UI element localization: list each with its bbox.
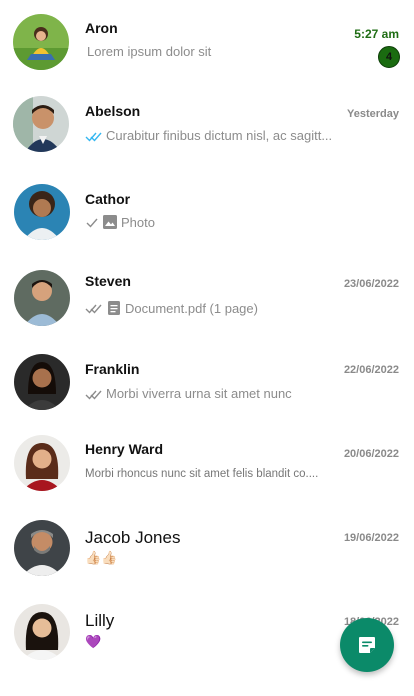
preview-text: Curabitur finibus dictum nisl, ac sagitt… [106, 128, 333, 143]
image-icon [102, 214, 118, 230]
chat-row-aron[interactable]: Aron 5:27 am Lorem ipsum dolor sit 4 [0, 0, 414, 84]
preview-text: Photo [121, 214, 155, 230]
contact-name: Cathor [85, 191, 131, 207]
contact-name: Henry Ward [85, 441, 164, 457]
single-check-icon [85, 215, 99, 229]
chat-row-henry-ward[interactable]: Henry Ward 20/06/2022 Morbi rhoncus nunc… [0, 424, 414, 508]
message-time: 23/06/2022 [343, 278, 399, 290]
contact-name: Franklin [85, 361, 140, 377]
preview-text: Morbi viverra urna sit amet nunc [106, 386, 292, 401]
avatar [13, 96, 69, 152]
contact-name: Aron [85, 20, 118, 36]
avatar [13, 14, 69, 70]
contact-name: Jacob Jones [85, 528, 181, 547]
contact-name: Abelson [85, 103, 141, 119]
message-time: 22/06/2022 [343, 364, 399, 376]
avatar [14, 184, 70, 240]
new-message-button[interactable] [340, 618, 394, 672]
message-preview: Photo [85, 214, 155, 230]
avatar [14, 354, 70, 410]
new-message-icon [356, 634, 378, 656]
avatar [14, 270, 70, 326]
message-preview: Morbi viverra urna sit amet nunc [85, 386, 292, 401]
preview-text: Morbi rhoncus nunc sit amet felis blandi… [85, 468, 319, 480]
message-preview: Morbi rhoncus nunc sit amet felis blandi… [85, 468, 318, 480]
message-time: 19/06/2022 [343, 532, 399, 544]
avatar [14, 435, 70, 491]
avatar [14, 520, 70, 576]
contact-name: Steven [85, 273, 131, 289]
message-preview: Lorem ipsum dolor sit [87, 44, 211, 59]
message-preview: Curabitur finibus dictum nisl, ac sagitt… [85, 128, 332, 143]
avatar [14, 604, 70, 660]
chat-row-abelson[interactable]: Abelson Yesterday Curabitur finibus dict… [0, 84, 414, 168]
message-time: Yesterday [347, 108, 399, 120]
chat-row-franklin[interactable]: Franklin 22/06/2022 Morbi viverra urna s… [0, 340, 414, 424]
message-preview: 👍🏻👍🏻 [85, 550, 117, 566]
unread-badge: 4 [378, 46, 400, 68]
double-check-icon [85, 387, 103, 401]
document-icon [106, 300, 122, 316]
chat-row-steven[interactable]: Steven 23/06/2022 Document.pdf (1 page) [0, 256, 414, 340]
message-preview: Document.pdf (1 page) [85, 300, 258, 316]
chat-row-jacob-jones[interactable]: Jacob Jones 19/06/2022 👍🏻👍🏻 [0, 508, 414, 592]
chat-row-cathor[interactable]: Cathor Photo [0, 172, 414, 256]
double-check-read-icon [85, 129, 103, 143]
double-check-icon [85, 301, 103, 315]
preview-text: 👍🏻👍🏻 [85, 550, 118, 565]
preview-text: Lorem ipsum dolor sit [87, 44, 212, 59]
message-preview: 💜 [85, 634, 101, 650]
contact-name: Lilly [85, 611, 115, 630]
message-time: 5:27 am [354, 27, 399, 41]
preview-text: 💜 [85, 634, 102, 649]
preview-text: Document.pdf (1 page) [125, 300, 258, 316]
message-time: 20/06/2022 [343, 448, 399, 460]
